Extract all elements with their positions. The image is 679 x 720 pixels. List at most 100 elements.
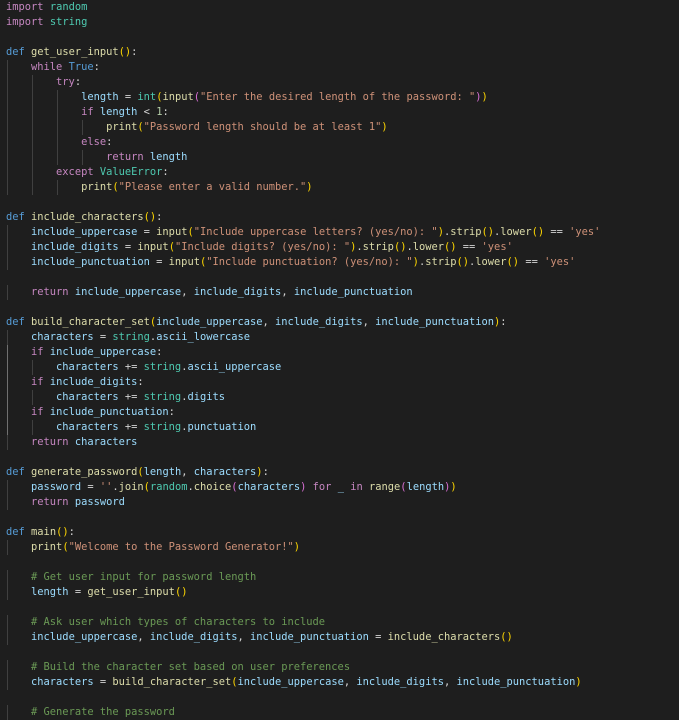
code-line[interactable]: def include_characters(): [0, 210, 679, 225]
indent-guide [7, 630, 8, 645]
code-line[interactable]: while True: [0, 60, 679, 75]
code-token: strip [362, 241, 394, 253]
code-line[interactable]: import random [0, 0, 679, 15]
code-line[interactable]: if include_digits: [0, 375, 679, 390]
code-token: , [362, 316, 376, 328]
code-line[interactable]: characters += string.punctuation [0, 420, 679, 435]
code-line[interactable]: # Get user input for password length [0, 570, 679, 585]
code-line[interactable] [0, 510, 679, 525]
code-line[interactable] [0, 555, 679, 570]
indent-guide [32, 105, 34, 120]
code-line[interactable]: print("Welcome to the Password Generator… [0, 540, 679, 555]
indent-guide [7, 585, 8, 600]
code-token: return [31, 496, 69, 508]
code-line[interactable]: def main(): [0, 525, 679, 540]
code-line[interactable]: include_punctuation = input("Include pun… [0, 255, 679, 270]
code-token: string [143, 421, 182, 433]
code-line[interactable]: return length [0, 150, 679, 165]
code-token: length [81, 91, 119, 103]
code-line[interactable]: characters += string.digits [0, 390, 679, 405]
code-line[interactable]: def get_user_input(): [0, 45, 679, 60]
code-token: : [93, 61, 100, 73]
code-token: include_digits [149, 631, 238, 643]
code-line[interactable]: if include_punctuation: [0, 405, 679, 420]
code-token: characters [56, 421, 119, 433]
code-line[interactable]: print("Please enter a valid number.") [0, 180, 679, 195]
code-line[interactable] [0, 690, 679, 705]
indent-guide [7, 705, 8, 720]
code-token: 'yes' [569, 226, 601, 238]
code-line[interactable]: if include_uppercase: [0, 345, 679, 360]
indent-guide [7, 60, 8, 75]
indent-guide [32, 420, 34, 435]
indent-guide [7, 495, 8, 510]
code-line[interactable]: include_digits = input("Include digits? … [0, 240, 679, 255]
code-line[interactable]: return password [0, 495, 679, 510]
code-line[interactable]: if length < 1: [0, 105, 679, 120]
code-token: = [68, 586, 88, 598]
code-line[interactable] [0, 30, 679, 45]
code-line[interactable]: length = int(input("Enter the desired le… [0, 90, 679, 105]
code-token: = [118, 241, 138, 253]
indent-guide [7, 165, 8, 180]
code-token: include_uppercase [237, 676, 344, 688]
code-token: # Ask user which types of characters to … [31, 616, 326, 628]
code-line[interactable]: characters = build_character_set(include… [0, 675, 679, 690]
code-line[interactable]: def build_character_set(include_uppercas… [0, 315, 679, 330]
code-editor[interactable]: import random import string def get_user_… [0, 0, 679, 720]
code-token: characters [31, 331, 94, 343]
code-line[interactable]: include_uppercase = input("Include upper… [0, 225, 679, 240]
code-token: ascii_uppercase [187, 361, 282, 373]
code-token: generate_password [31, 466, 138, 478]
code-line[interactable]: print("Password length should be at leas… [0, 120, 679, 135]
code-line[interactable]: except ValueError: [0, 165, 679, 180]
code-token: get_user_input [87, 586, 175, 598]
code-line[interactable] [0, 195, 679, 210]
code-token: , [181, 466, 194, 478]
code-line[interactable]: characters += string.ascii_uppercase [0, 360, 679, 375]
indent-guide [7, 375, 8, 390]
code-line[interactable]: characters = string.ascii_lowercase [0, 330, 679, 345]
code-token: return [106, 151, 144, 163]
code-line[interactable]: return include_uppercase, include_digits… [0, 285, 679, 300]
code-line[interactable] [0, 645, 679, 660]
code-line[interactable] [0, 600, 679, 615]
code-token: () [456, 256, 469, 268]
code-token: main [31, 526, 57, 538]
code-line[interactable] [0, 450, 679, 465]
code-line[interactable]: include_uppercase, include_digits, inclu… [0, 630, 679, 645]
code-token: () [444, 241, 457, 253]
indent-guide [7, 180, 8, 195]
code-line[interactable]: # Build the character set based on user … [0, 660, 679, 675]
code-line[interactable]: try: [0, 75, 679, 90]
code-token: # Generate the password [31, 706, 175, 718]
code-token: print [106, 121, 138, 133]
indent-guide [7, 615, 8, 630]
code-line[interactable]: return characters [0, 435, 679, 450]
code-line[interactable]: # Ask user which types of characters to … [0, 615, 679, 630]
code-line[interactable]: def generate_password(length, characters… [0, 465, 679, 480]
code-token: def [6, 526, 25, 538]
code-token: "Include digits? (yes/no): " [174, 241, 351, 253]
code-line[interactable]: password = ''.join(random.choice(charact… [0, 480, 679, 495]
code-token: # Build the character set based on user … [31, 661, 351, 673]
code-token: punctuation [187, 421, 257, 433]
code-line[interactable]: else: [0, 135, 679, 150]
indent-guide [57, 150, 59, 165]
code-line[interactable]: # Generate the password [0, 705, 679, 720]
code-line[interactable]: length = get_user_input() [0, 585, 679, 600]
code-token: characters [56, 361, 119, 373]
code-line[interactable] [0, 270, 679, 285]
code-line[interactable] [0, 300, 679, 315]
code-token: 'yes' [481, 241, 513, 253]
code-token: : [168, 406, 175, 418]
code-line[interactable]: import string [0, 15, 679, 30]
code-token: include_digits [193, 286, 282, 298]
